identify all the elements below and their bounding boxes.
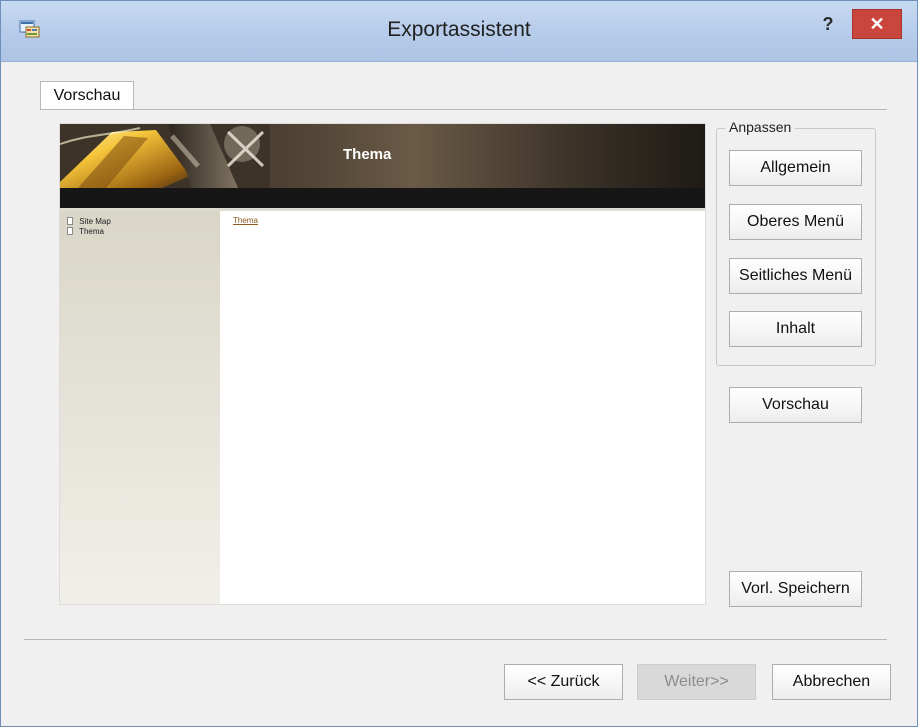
preview-sidebar-label: Thema (79, 227, 104, 236)
top-menu-button[interactable]: Oberes Menü (729, 204, 862, 240)
preview-banner: Thema (60, 124, 705, 188)
export-wizard-window: Exportassistent ? ✕ Vorschau Thema Site … (0, 0, 918, 727)
save-template-button[interactable]: Vorl. Speichern (729, 571, 862, 607)
website-preview: Thema Site Map Thema Thema (59, 123, 706, 605)
preview-top-menu-bar (60, 188, 705, 211)
title-bar[interactable]: Exportassistent ? ✕ (1, 1, 917, 62)
customize-group-title: Anpassen (725, 119, 796, 135)
preview-content-link[interactable]: Thema (233, 216, 258, 225)
document-icon (67, 227, 73, 235)
content-button[interactable]: Inhalt (729, 311, 862, 347)
help-button[interactable]: ? (813, 12, 843, 36)
customize-group: Anpassen Allgemein Oberes Menü Seitliche… (716, 119, 876, 366)
preview-sidebar-item-site-map[interactable]: Site Map (67, 217, 111, 226)
tab-preview[interactable]: Vorschau (40, 81, 134, 110)
window-title: Exportassistent (387, 18, 531, 41)
general-button[interactable]: Allgemein (729, 150, 862, 186)
tab-divider (40, 109, 887, 110)
side-menu-button[interactable]: Seitliches Menü (729, 258, 862, 294)
cancel-button[interactable]: Abbrechen (772, 664, 891, 700)
help-icon: ? (822, 14, 834, 34)
banner-artwork-icon (60, 124, 270, 188)
footer-separator (24, 639, 887, 640)
next-button[interactable]: Weiter>> (637, 664, 756, 700)
wizard-content: Vorschau Thema Site Map Thema Thema Anpa… (1, 62, 917, 726)
close-icon: ✕ (869, 14, 885, 34)
preview-banner-title: Thema (343, 146, 392, 163)
preview-button[interactable]: Vorschau (729, 387, 862, 423)
preview-sidebar-label: Site Map (79, 217, 111, 226)
preview-sidebar-item-thema[interactable]: Thema (67, 227, 104, 236)
close-button[interactable]: ✕ (852, 9, 902, 39)
preview-sidebar: Site Map Thema (60, 211, 220, 604)
document-icon (67, 217, 73, 225)
back-button[interactable]: << Zurück (504, 664, 623, 700)
